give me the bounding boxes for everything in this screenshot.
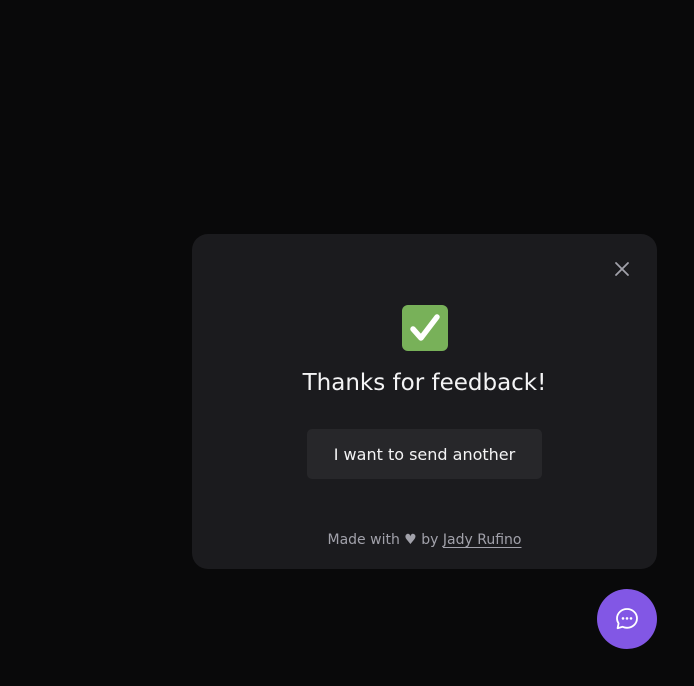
check-mark-button-icon <box>402 305 448 351</box>
footer-by: by <box>421 532 439 548</box>
feedback-launcher-button[interactable] <box>597 589 657 649</box>
chat-bubble-icon <box>616 608 638 630</box>
send-another-button[interactable]: I want to send another <box>307 429 542 479</box>
success-title: Thanks for feedback! <box>302 370 547 396</box>
footer-prefix: Made with <box>327 532 400 548</box>
footer: Made with ♥ by Jady Rufino <box>192 530 657 550</box>
author-link[interactable]: Jady Rufino <box>443 532 522 548</box>
heart-icon: ♥ <box>404 532 417 548</box>
feedback-widget: Thanks for feedback! I want to send anot… <box>192 234 657 569</box>
close-button[interactable] <box>609 256 635 282</box>
close-icon <box>615 262 629 276</box>
